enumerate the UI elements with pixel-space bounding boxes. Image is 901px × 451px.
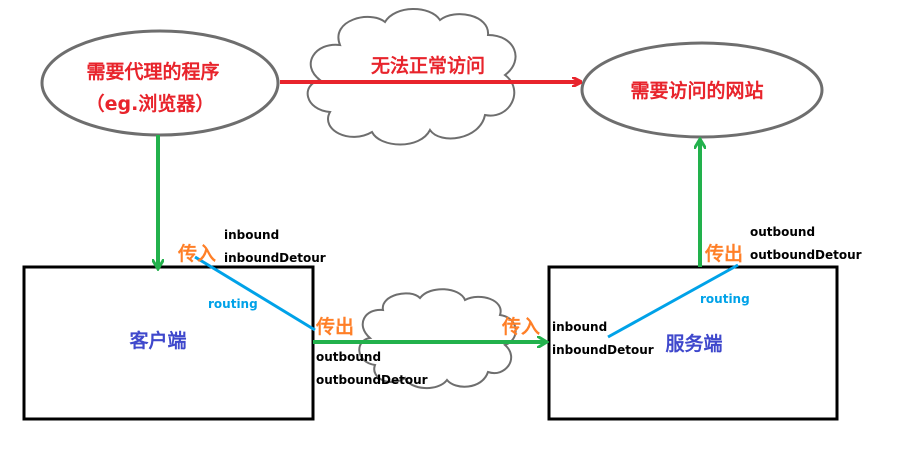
- app-label-line1: 需要代理的程序: [86, 60, 219, 83]
- app-label-line2: （eg.浏览器）: [86, 92, 215, 115]
- client-outbound: outbound: [316, 350, 381, 364]
- client-inbound-detour: inboundDetour: [224, 251, 326, 265]
- server-inbound-detour: inboundDetour: [552, 343, 654, 357]
- server-outbound: outbound: [750, 225, 815, 239]
- app-ellipse: [40, 29, 280, 137]
- server-label: 服务端: [665, 332, 722, 355]
- server-outbound-detour: outboundDetour: [750, 248, 862, 262]
- client-out-label: 传出: [315, 315, 354, 338]
- client-inbound: inbound: [224, 228, 279, 242]
- server-inbound: inbound: [552, 320, 607, 334]
- server-out-label: 传出: [704, 242, 743, 265]
- server-routing: routing: [700, 292, 750, 306]
- client-in-label: 传入: [177, 242, 216, 265]
- website-label: 需要访问的网站: [630, 79, 763, 102]
- client-label: 客户端: [129, 329, 186, 352]
- client-routing: routing: [208, 297, 258, 311]
- client-outbound-detour: outboundDetour: [316, 373, 428, 387]
- blocked-label: 无法正常访问: [371, 54, 485, 77]
- server-in-label: 传入: [501, 315, 540, 338]
- proxy-diagram: 需要代理的程序 （eg.浏览器） 需要访问的网站 无法正常访问 客户端 服务端 …: [22, 8, 862, 421]
